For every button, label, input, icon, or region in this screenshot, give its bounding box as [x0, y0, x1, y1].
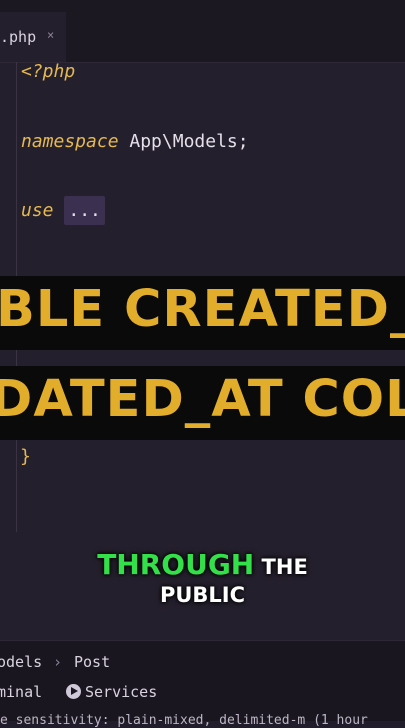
- subtitle-line-2: PUBLIC: [159, 583, 246, 607]
- tab-services[interactable]: Services: [85, 683, 157, 701]
- folded-imports[interactable]: ...: [64, 196, 105, 225]
- namespace-keyword: namespace: [21, 131, 119, 152]
- code-line-namespace: namespace App\Models;: [21, 131, 249, 152]
- bottom-panel: odels › Post minal Services e sensitivit…: [0, 640, 405, 728]
- tab-filename: .php: [0, 28, 37, 46]
- subtitle-word: THE: [254, 555, 308, 579]
- code-line-use: use ...: [21, 196, 105, 225]
- caption-banner-1: BLE CREATED_AT: [0, 276, 405, 350]
- code-line-php-open: <?php: [21, 61, 76, 82]
- caption-banner-text-1: BLE CREATED_AT: [0, 280, 405, 339]
- tab-php-file[interactable]: .php ×: [0, 12, 66, 62]
- tab-bar: .php ×: [0, 0, 405, 63]
- subtitle-line-1: THROUGH THE: [0, 548, 405, 581]
- closing-brace: }: [20, 446, 31, 467]
- use-keyword: use: [21, 200, 54, 221]
- tab-terminal[interactable]: minal: [0, 683, 42, 701]
- subtitle-highlight-word: THROUGH: [97, 548, 255, 581]
- breadcrumb-post[interactable]: Post: [74, 653, 110, 671]
- chevron-right-icon: ›: [53, 653, 63, 671]
- status-message: e sensitivity: plain-mixed, delimited-m …: [0, 713, 368, 728]
- namespace-value: App\Models;: [118, 131, 249, 152]
- close-icon[interactable]: ×: [47, 28, 54, 42]
- breadcrumb-models[interactable]: odels: [0, 653, 42, 671]
- caption-banner-text-2: DATED_AT COLU: [0, 370, 405, 429]
- caption-banner-2: DATED_AT COLU: [0, 366, 405, 440]
- services-icon: [66, 684, 81, 699]
